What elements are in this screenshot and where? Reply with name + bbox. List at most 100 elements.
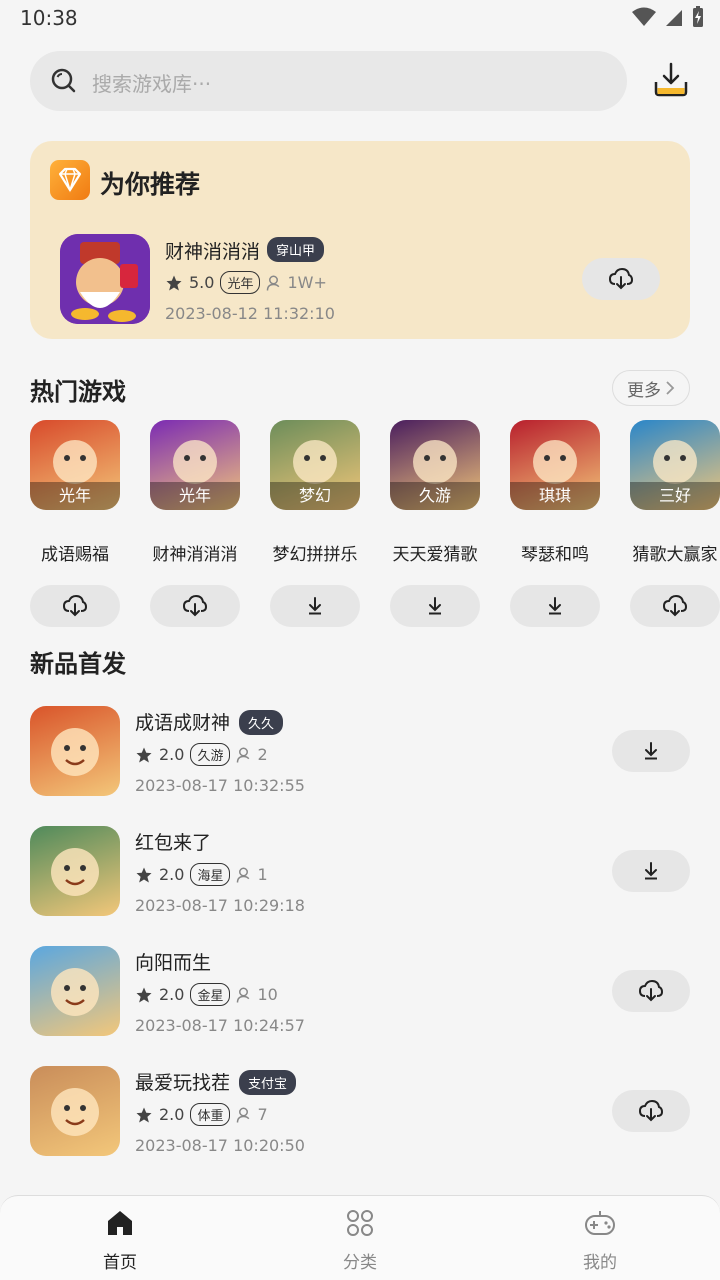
hot-game-download-button[interactable]: [150, 585, 240, 627]
nav-mine[interactable]: 我的: [540, 1208, 660, 1273]
cloud-download-icon: [183, 595, 207, 617]
nav-category[interactable]: 分类: [300, 1208, 420, 1273]
new-game-download-button[interactable]: [612, 970, 690, 1012]
new-game-name[interactable]: 成语成财神: [135, 708, 230, 735]
new-game-image[interactable]: [30, 826, 120, 916]
hot-game-name[interactable]: 琴瑟和鸣: [521, 540, 589, 565]
more-button[interactable]: 更多: [612, 370, 690, 406]
new-game-image[interactable]: [30, 1066, 120, 1156]
new-game-meta: 2.0 体重 7: [135, 1103, 268, 1126]
rating: 5.0: [189, 273, 215, 292]
hot-game-image[interactable]: 梦幻: [270, 420, 360, 510]
new-game-time: 2023-08-17 10:32:55: [135, 776, 305, 795]
download-manager-icon[interactable]: [652, 62, 690, 98]
wifi-icon: [632, 7, 656, 26]
download-icon: [645, 742, 657, 760]
star-icon: [136, 987, 152, 1002]
users-count: 10: [236, 985, 278, 1004]
hot-game-name[interactable]: 猜歌大赢家: [633, 540, 718, 565]
chevron-right-icon: [666, 381, 675, 395]
new-game-time: 2023-08-17 10:29:18: [135, 896, 305, 915]
user-icon: [237, 987, 250, 1003]
hot-game-image[interactable]: 光年: [30, 420, 120, 510]
gamepad-icon: [585, 1211, 615, 1235]
hot-game-download-button[interactable]: [270, 585, 360, 627]
bottom-nav: 首页 分类 我的: [0, 1195, 720, 1280]
download-icon: [549, 597, 561, 615]
new-game-download-button[interactable]: [612, 730, 690, 772]
hot-game-download-button[interactable]: [630, 585, 720, 627]
search-bar[interactable]: 搜索游戏库···: [30, 51, 627, 111]
hot-game-download-button[interactable]: [510, 585, 600, 627]
hot-game-publisher: 光年: [30, 482, 120, 510]
new-game-download-button[interactable]: [612, 1090, 690, 1132]
category-icon: [347, 1210, 373, 1236]
star-icon: [136, 867, 152, 882]
user-icon: [267, 275, 280, 291]
download-icon: [645, 862, 657, 880]
user-icon: [237, 1107, 250, 1123]
hot-game-image[interactable]: 琪琪: [510, 420, 600, 510]
users-count: 1: [236, 865, 268, 884]
rating: 2.0: [159, 985, 185, 1004]
hot-game-name[interactable]: 财神消消消: [153, 540, 238, 565]
status-icons: [632, 6, 704, 28]
star-icon: [136, 1107, 152, 1122]
hot-game-publisher: 三好: [630, 482, 720, 510]
hot-game-download-button[interactable]: [390, 585, 480, 627]
hot-game-item[interactable]: 久游: [390, 420, 480, 510]
new-game-download-button[interactable]: [612, 850, 690, 892]
search-icon: [51, 68, 76, 93]
hot-section-title: 热门游戏: [30, 378, 126, 406]
app-meta: 5.0 光年 1W+: [165, 271, 327, 294]
new-game-meta: 2.0 久游 2: [135, 743, 268, 766]
nav-home-label: 首页: [103, 1253, 137, 1273]
rating: 2.0: [159, 1105, 185, 1124]
new-game-name[interactable]: 向阳而生: [135, 948, 211, 975]
publisher-tag: 海星: [190, 863, 231, 886]
download-icon: [309, 597, 321, 615]
hot-game-item[interactable]: 光年: [30, 420, 120, 510]
hot-game-publisher: 梦幻: [270, 482, 360, 510]
new-game-meta: 2.0 金星 10: [135, 983, 278, 1006]
hot-game-download-button[interactable]: [30, 585, 120, 627]
hot-game-publisher: 光年: [150, 482, 240, 510]
hot-game-name[interactable]: 天天爱猜歌: [393, 540, 478, 565]
star-icon: [136, 747, 152, 762]
recommend-card: 为你推荐 财神消消消 穿山甲 5.0 光年 1W+ 2023-08-12 11:…: [30, 141, 690, 339]
new-game-image[interactable]: [30, 946, 120, 1036]
signal-icon: [666, 10, 682, 26]
users-count: 2: [236, 745, 268, 764]
users-value: 7: [257, 1105, 268, 1124]
hot-game-item[interactable]: 梦幻: [270, 420, 360, 510]
download-button[interactable]: [582, 258, 660, 300]
app-image[interactable]: [60, 234, 150, 324]
nav-home[interactable]: 首页: [60, 1208, 180, 1273]
nav-category-label: 分类: [343, 1253, 377, 1273]
hot-game-publisher: 琪琪: [510, 482, 600, 510]
hot-game-image[interactable]: 光年: [150, 420, 240, 510]
app-name[interactable]: 财神消消消: [165, 237, 260, 264]
new-game-name[interactable]: 红包来了: [135, 828, 211, 855]
hot-game-name[interactable]: 梦幻拼拼乐: [273, 540, 358, 565]
new-game-image[interactable]: [30, 706, 120, 796]
cloud-download-icon: [639, 1100, 663, 1122]
home-icon: [108, 1211, 132, 1235]
user-icon: [237, 747, 250, 763]
hot-game-item[interactable]: 琪琪: [510, 420, 600, 510]
app-time: 2023-08-12 11:32:10: [165, 304, 335, 323]
users-value: 1W+: [287, 273, 327, 292]
rating: 2.0: [159, 865, 185, 884]
game-tag: 支付宝: [239, 1070, 297, 1095]
nav-mine-label: 我的: [583, 1253, 617, 1273]
users-value: 1: [257, 865, 268, 884]
hot-game-name[interactable]: 成语赐福: [41, 540, 109, 565]
hot-game-item[interactable]: 三好: [630, 420, 720, 510]
new-game-name[interactable]: 最爱玩找茬: [135, 1068, 230, 1095]
more-label: 更多: [627, 380, 661, 401]
users-count: 7: [236, 1105, 268, 1124]
hot-game-image[interactable]: 三好: [630, 420, 720, 510]
star-icon: [166, 275, 182, 290]
hot-game-item[interactable]: 光年: [150, 420, 240, 510]
hot-game-image[interactable]: 久游: [390, 420, 480, 510]
